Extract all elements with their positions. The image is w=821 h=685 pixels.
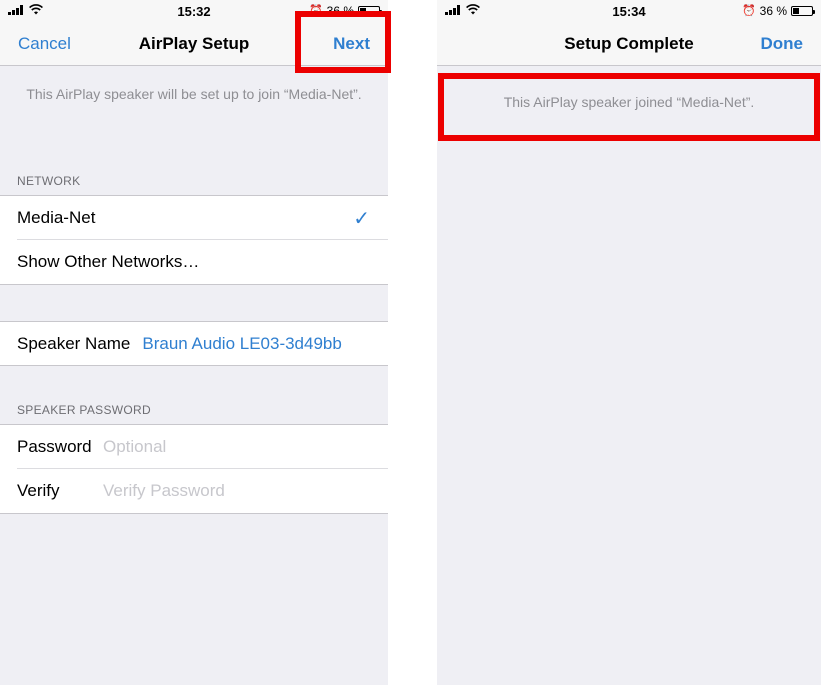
navigation-bar: Cancel AirPlay Setup Next bbox=[0, 22, 388, 66]
network-row-media-net[interactable]: Media-Net ✓ bbox=[0, 195, 388, 240]
page-title: AirPlay Setup bbox=[138, 34, 250, 53]
password-label: Password bbox=[17, 437, 92, 456]
password-row[interactable]: Password bbox=[0, 424, 388, 469]
network-section-header: NETWORK bbox=[17, 174, 81, 188]
battery-percent: 36 % bbox=[326, 4, 354, 18]
verify-label: Verify bbox=[17, 481, 60, 500]
verify-row[interactable]: Verify bbox=[0, 469, 388, 514]
navigation-bar: Setup Complete Done bbox=[437, 22, 821, 66]
checkmark-icon: ✓ bbox=[353, 208, 370, 230]
airplay-setup-screen: 15:32 ⏰ 36 % Cancel AirPlay Setup Next T… bbox=[0, 0, 388, 685]
show-other-networks-label: Show Other Networks… bbox=[17, 252, 200, 271]
speaker-name-label: Speaker Name bbox=[17, 333, 131, 353]
done-button[interactable]: Done bbox=[761, 34, 804, 54]
alarm-icon: ⏰ bbox=[741, 4, 756, 17]
setup-complete-screen: 15:34 ⏰ 36 % Setup Complete Done This Ai… bbox=[437, 0, 821, 685]
alarm-icon: ⏰ bbox=[308, 4, 323, 17]
speaker-name-value[interactable]: Braun Audio LE03-3d49bb bbox=[142, 334, 341, 354]
network-label: Media-Net bbox=[17, 208, 96, 227]
speaker-password-section-header: SPEAKER PASSWORD bbox=[17, 403, 151, 417]
battery-percent: 36 % bbox=[759, 4, 787, 18]
status-bar: 15:34 ⏰ 36 % bbox=[437, 0, 821, 22]
password-input[interactable] bbox=[103, 437, 363, 457]
setup-complete-notice: This AirPlay speaker joined “Media-Net”. bbox=[503, 94, 755, 110]
status-bar: 15:32 ⏰ 36 % bbox=[0, 0, 388, 22]
battery-icon bbox=[791, 6, 815, 16]
show-other-networks-row[interactable]: Show Other Networks… bbox=[0, 240, 388, 285]
verify-password-input[interactable] bbox=[103, 481, 363, 501]
next-button[interactable]: Next bbox=[333, 34, 370, 54]
battery-icon bbox=[358, 6, 382, 16]
setup-notice: This AirPlay speaker will be set up to j… bbox=[26, 86, 362, 102]
speaker-name-row[interactable]: Speaker Name Braun Audio LE03-3d49bb bbox=[0, 321, 388, 366]
